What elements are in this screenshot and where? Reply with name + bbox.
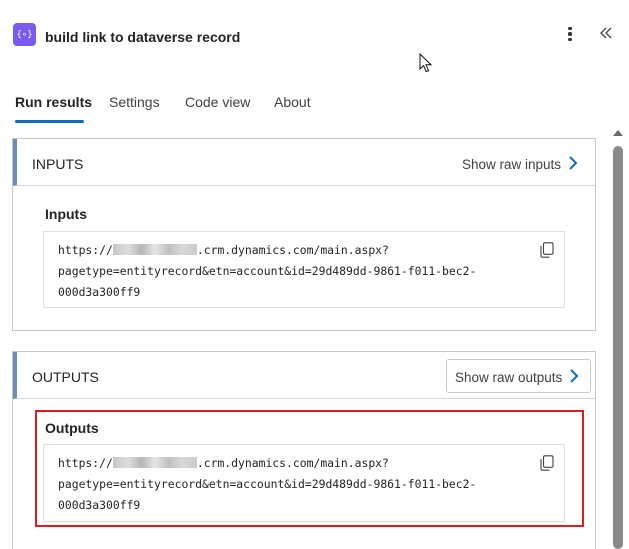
mouse-pointer-icon — [419, 53, 433, 73]
chevron-right-icon[interactable] — [568, 155, 578, 171]
action-title[interactable]: build link to dataverse record — [45, 29, 240, 45]
inputs-url-prefix: https:// — [58, 243, 113, 257]
outputs-card: OUTPUTS Show raw outputs Outputs https:/… — [12, 351, 596, 549]
redacted-host-blur — [112, 244, 197, 255]
scroll-up-arrow-icon[interactable] — [613, 130, 623, 136]
collapse-panel-icon[interactable] — [597, 22, 615, 44]
chevron-right-icon — [570, 369, 579, 383]
copy-icon[interactable] — [540, 455, 554, 471]
tab-bar: Run results Settings Code view About — [0, 86, 629, 126]
scrollbar-thumb[interactable] — [613, 146, 623, 549]
show-raw-outputs-button[interactable]: Show raw outputs — [446, 359, 591, 393]
inputs-url-query: pagetype=entityrecord&etn=account&id=29d… — [58, 264, 477, 278]
inputs-card: INPUTS Show raw inputs Inputs https:// .c… — [12, 138, 596, 331]
outputs-url-id-tail: 000d3a300ff9 — [58, 498, 141, 512]
panel-header: {∘} build link to dataverse record — [0, 0, 629, 73]
outputs-value-box[interactable]: https:// .crm.dynamics.com/main.aspx? pag… — [43, 444, 565, 522]
show-raw-inputs-link[interactable]: Show raw inputs — [462, 157, 561, 172]
outputs-url-query: pagetype=entityrecord&etn=account&id=29d… — [58, 477, 477, 491]
tab-settings[interactable]: Settings — [109, 94, 160, 110]
outputs-section-title: OUTPUTS — [32, 369, 99, 385]
outputs-url-domain: .crm.dynamics.com/main.aspx? — [196, 456, 389, 470]
outputs-field-label: Outputs — [45, 420, 99, 436]
active-tab-indicator — [15, 120, 84, 123]
tab-code-view[interactable]: Code view — [185, 94, 250, 110]
inputs-section-title: INPUTS — [32, 156, 84, 172]
outputs-url-prefix: https:// — [58, 456, 113, 470]
redacted-host-blur — [112, 457, 197, 468]
tab-run-results[interactable]: Run results — [15, 94, 92, 110]
show-raw-outputs-label: Show raw outputs — [455, 370, 563, 385]
inputs-url-id-tail: 000d3a300ff9 — [58, 285, 141, 299]
more-options-icon[interactable] — [561, 24, 579, 44]
inputs-field-label: Inputs — [45, 206, 87, 222]
outputs-card-header[interactable]: OUTPUTS Show raw outputs — [13, 352, 595, 399]
inputs-url-domain: .crm.dynamics.com/main.aspx? — [196, 243, 389, 257]
inputs-card-header[interactable]: INPUTS Show raw inputs — [13, 139, 595, 186]
inputs-value-box[interactable]: https:// .crm.dynamics.com/main.aspx? pag… — [43, 231, 565, 308]
copy-icon[interactable] — [540, 242, 554, 258]
action-type-icon: {∘} — [13, 23, 36, 46]
tab-about[interactable]: About — [274, 94, 311, 110]
